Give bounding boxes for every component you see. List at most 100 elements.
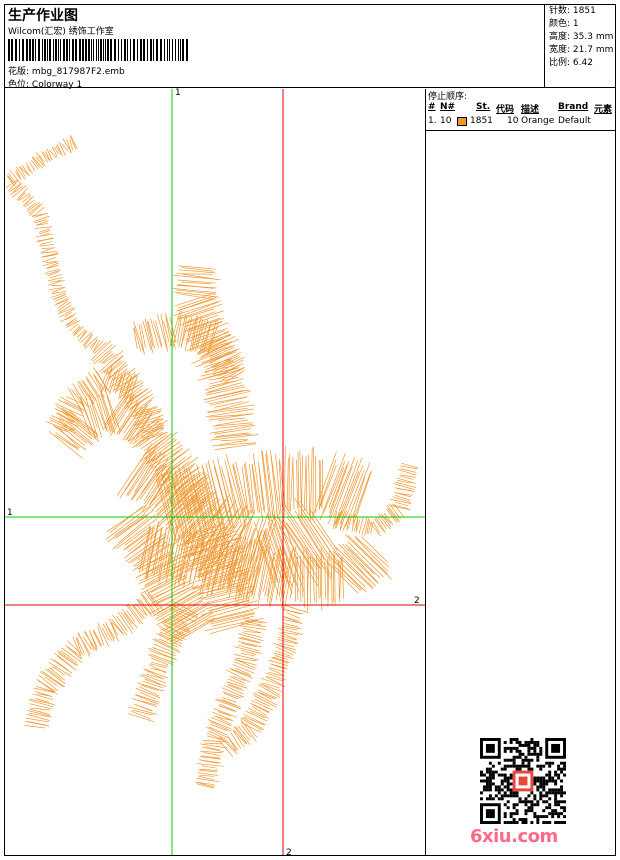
- qr-code: [480, 738, 566, 824]
- stitch: [196, 777, 220, 783]
- barcode: [8, 39, 188, 61]
- watermark-logo: 6xiu.com: [470, 826, 558, 847]
- table-divider: [426, 130, 616, 131]
- stitch: [54, 296, 67, 302]
- stitch: [306, 546, 309, 612]
- stitch: [93, 629, 103, 647]
- stitch: [261, 450, 270, 521]
- stitch: [22, 195, 31, 203]
- stitch: [330, 554, 333, 606]
- design-canvas: [5, 89, 425, 855]
- stitch: [308, 454, 311, 515]
- stitch: [39, 241, 52, 245]
- col-stitches: St.: [476, 102, 491, 112]
- stitch: [172, 600, 199, 616]
- stitch: [111, 621, 123, 634]
- stitch: [336, 559, 366, 588]
- stitch: [181, 273, 213, 275]
- stitch: [320, 547, 323, 611]
- page-title: 生产作业图: [8, 8, 78, 24]
- stitch: [150, 653, 174, 664]
- stitch: [70, 136, 77, 150]
- stat-width: 宽度: 21.7 mm: [549, 45, 614, 55]
- stitch: [199, 759, 221, 764]
- stitch: [115, 515, 148, 539]
- stitch: [218, 705, 237, 713]
- stitch: [198, 775, 215, 781]
- stitch: [82, 636, 93, 650]
- stitch: [67, 646, 81, 657]
- stitch: [126, 604, 141, 625]
- stitch: [327, 550, 330, 607]
- stitch: [286, 457, 289, 510]
- stitch: [289, 456, 294, 512]
- stitch: [59, 308, 76, 318]
- stitch: [37, 237, 53, 242]
- stitch: [105, 621, 115, 642]
- stitch: [338, 543, 379, 584]
- stitch: [48, 279, 65, 286]
- stitch: [155, 320, 163, 346]
- stitch: [202, 760, 219, 764]
- stitch: [297, 451, 300, 519]
- stitch: [146, 589, 163, 610]
- color-swatch: [457, 117, 467, 126]
- stitch: [208, 401, 249, 414]
- stitch: [177, 279, 216, 284]
- stitch: [48, 430, 83, 459]
- stat-stitches: 针数: 1851: [549, 6, 596, 16]
- stat-height: 高度: 35.3 mm: [549, 32, 614, 42]
- stitch: [121, 608, 138, 629]
- row-stitches: 1851: [470, 116, 493, 126]
- stitch: [35, 223, 48, 226]
- stitch: [58, 428, 80, 449]
- stitch: [161, 628, 182, 641]
- stitch: [296, 556, 299, 601]
- stitch: [330, 557, 367, 593]
- stitch: [67, 387, 82, 411]
- stitch: [273, 656, 290, 663]
- row-needle: 10: [440, 116, 452, 126]
- design-label: 花版:: [8, 67, 30, 77]
- stitch: [340, 471, 360, 516]
- stitch: [55, 297, 69, 305]
- stitch: [296, 459, 298, 509]
- row-brand: Default: [558, 116, 591, 126]
- stitch: [133, 703, 153, 712]
- stitch: [115, 370, 130, 381]
- stitch: [116, 443, 153, 496]
- stitch: [253, 694, 277, 708]
- stitch: [396, 488, 412, 491]
- stitch: [240, 649, 257, 656]
- stitch: [242, 632, 262, 638]
- stitch: [173, 300, 222, 316]
- stop-table-header: # N# St. 代码 描述 Brand 元素: [426, 101, 616, 115]
- stitch: [76, 636, 85, 655]
- stitch: [34, 226, 53, 229]
- stitch: [196, 763, 225, 767]
- row-code: 10: [507, 116, 519, 126]
- col-element: 元素: [594, 105, 613, 115]
- design-line: 花版: mbg_817987F2.emb: [8, 64, 125, 77]
- stitch: [305, 455, 308, 512]
- stitch: [176, 284, 217, 289]
- stitch: [128, 706, 157, 715]
- stitch: [30, 707, 51, 711]
- stitch: [234, 654, 259, 661]
- stitch: [400, 474, 416, 478]
- stitch: [309, 508, 339, 552]
- design-name: mbg_817987F2.emb: [31, 67, 125, 77]
- stitch: [202, 590, 254, 605]
- stitch: [178, 269, 216, 274]
- stitch: [303, 459, 307, 511]
- stitch: [240, 636, 260, 643]
- stitch: [275, 655, 289, 660]
- stitch: [98, 351, 112, 364]
- col-brand: Brand: [558, 102, 589, 112]
- col-code: 代码: [496, 105, 515, 115]
- stitch: [251, 464, 259, 513]
- stitch: [333, 466, 353, 517]
- stitch: [245, 722, 258, 738]
- stitch: [400, 468, 417, 473]
- stitch: [61, 143, 69, 152]
